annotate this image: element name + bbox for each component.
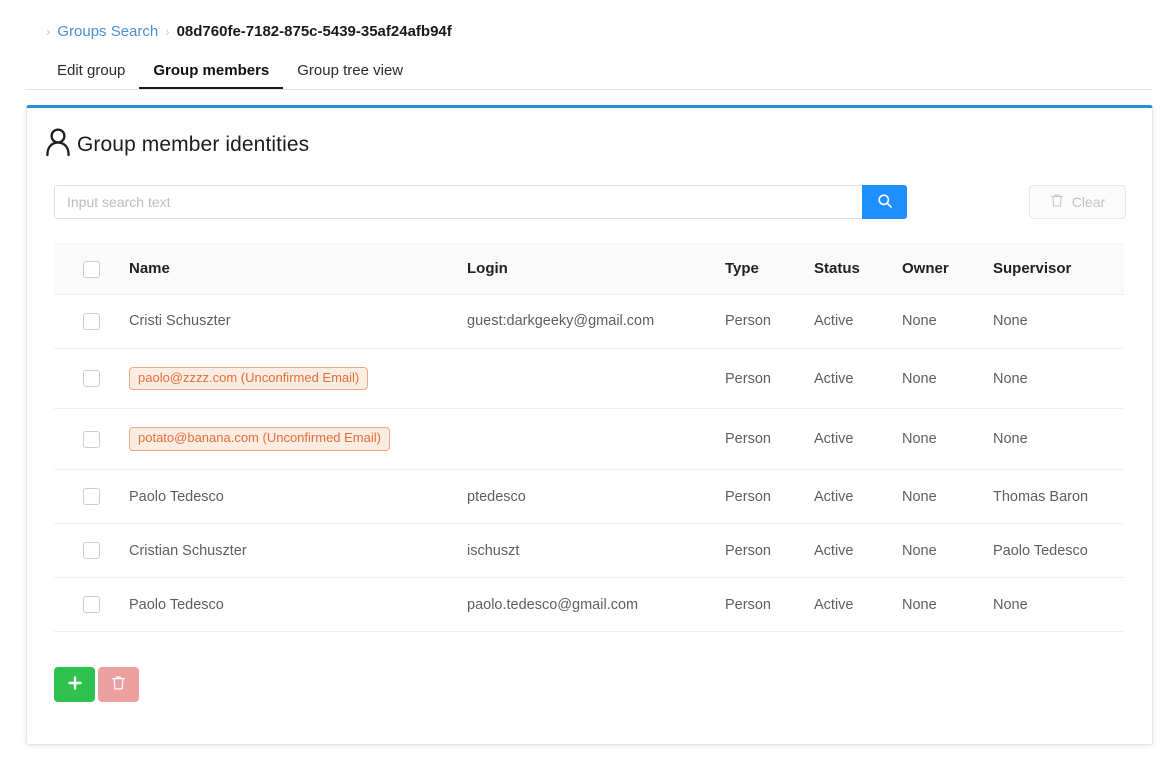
- members-table-body: Cristi Schuszter guest:darkgeeky@gmail.co…: [54, 294, 1124, 633]
- column-header-type[interactable]: Type: [725, 243, 814, 295]
- select-all-header: [54, 243, 129, 295]
- column-header-status[interactable]: Status: [814, 243, 902, 295]
- breadcrumb-current-group-id: 08d760fe-7182-875c-5439-35af24afb94f: [176, 22, 452, 40]
- column-header-login[interactable]: Login: [467, 243, 725, 295]
- column-header-owner[interactable]: Owner: [902, 243, 993, 295]
- column-header-supervisor[interactable]: Supervisor: [993, 243, 1124, 295]
- cell-status: Active: [814, 408, 902, 471]
- cell-status: Active: [814, 294, 902, 349]
- cell-owner: None: [902, 577, 993, 633]
- row-select-cell: [54, 469, 129, 525]
- cell-type: Person: [725, 577, 814, 633]
- cell-owner: None: [902, 348, 993, 410]
- row-select-cell: [54, 523, 129, 579]
- row-checkbox[interactable]: [83, 312, 100, 330]
- breadcrumb-chevron-icon: ›: [165, 23, 170, 39]
- cell-supervisor: None: [993, 348, 1124, 410]
- tab-bar: Edit group Group members Group tree view: [0, 52, 1174, 90]
- plus-icon: [67, 675, 83, 694]
- unconfirmed-email-badge: paolo@zzzz.com (Unconfirmed Email): [129, 366, 369, 391]
- table-actions: [54, 667, 1152, 703]
- table-row: Paolo Tedesco ptedesco Person Active None Tho…: [54, 469, 1124, 525]
- cell-name: Paolo Tedesco: [129, 469, 467, 525]
- cell-login: ptedesco: [467, 469, 725, 525]
- search-button[interactable]: [862, 185, 907, 219]
- cell-login: guest:darkgeeky@gmail.com: [467, 294, 725, 349]
- trash-icon: [1050, 193, 1064, 211]
- select-all-checkbox[interactable]: [83, 260, 100, 278]
- table-row: potato@banana.com (Unconfirmed Email) Per…: [54, 408, 1124, 471]
- cell-type: Person: [725, 294, 814, 349]
- cell-login: ischuszt: [467, 523, 725, 579]
- column-header-name[interactable]: Name: [129, 243, 467, 295]
- cell-supervisor: Thomas Baron: [993, 469, 1124, 525]
- cell-type: Person: [725, 348, 814, 410]
- cell-name: Cristi Schuszter: [129, 294, 467, 349]
- table-row: paolo@zzzz.com (Unconfirmed Email) Person…: [54, 348, 1124, 410]
- tab-bar-divider: [25, 89, 1152, 90]
- cell-name: Paolo Tedesco: [129, 577, 467, 633]
- unconfirmed-email-badge: potato@banana.com (Unconfirmed Email): [129, 427, 390, 452]
- table-row: Cristian Schuszter ischuszt Person Active No…: [54, 523, 1124, 579]
- table-header-row: Name Login Type Status Owner Supervisor: [54, 243, 1124, 295]
- cell-login: [467, 348, 725, 410]
- search-input[interactable]: [54, 185, 863, 219]
- search-toolbar: Clear: [54, 185, 1126, 219]
- table-row: Paolo Tedesco paolo.tedesco@gmail.com Pers…: [54, 577, 1124, 633]
- cell-login: [467, 408, 725, 471]
- group-members-card: Group member identities Clear: [26, 105, 1153, 745]
- members-table-container: Name Login Type Status Owner Supervisor …: [54, 243, 1124, 633]
- row-checkbox[interactable]: [83, 542, 100, 560]
- row-checkbox[interactable]: [83, 430, 100, 448]
- cell-owner: None: [902, 469, 993, 525]
- breadcrumb-chevron-icon: ›: [46, 23, 51, 39]
- cell-status: Active: [814, 523, 902, 579]
- cell-name: Cristian Schuszter: [129, 523, 467, 579]
- clear-button-label: Clear: [1071, 194, 1106, 210]
- breadcrumb: › Groups Search › 08d760fe-7182-875c-543…: [0, 0, 1174, 42]
- cell-owner: None: [902, 523, 993, 579]
- tab-edit-group[interactable]: Edit group: [43, 62, 139, 90]
- page-title: Group member identities: [77, 132, 310, 156]
- cell-supervisor: None: [993, 408, 1124, 471]
- row-select-cell: [54, 577, 129, 633]
- delete-member-button[interactable]: [98, 667, 139, 703]
- cell-name: paolo@zzzz.com (Unconfirmed Email): [129, 348, 467, 410]
- clear-button[interactable]: Clear: [1029, 185, 1126, 219]
- row-select-cell: [54, 348, 129, 410]
- search-icon: [877, 193, 893, 212]
- cell-owner: None: [902, 408, 993, 471]
- trash-icon: [111, 675, 126, 694]
- cell-type: Person: [725, 469, 814, 525]
- breadcrumb-link-groups-search[interactable]: Groups Search: [57, 23, 158, 40]
- person-icon: [43, 126, 73, 163]
- cell-type: Person: [725, 408, 814, 471]
- cell-login: paolo.tedesco@gmail.com: [467, 577, 725, 633]
- table-row: Cristi Schuszter guest:darkgeeky@gmail.co…: [54, 294, 1124, 349]
- cell-type: Person: [725, 523, 814, 579]
- cell-supervisor: Paolo Tedesco: [993, 523, 1124, 579]
- row-select-cell: [54, 294, 129, 349]
- row-select-cell: [54, 408, 129, 471]
- card-header: Group member identities: [27, 108, 1152, 163]
- tab-group-tree-view[interactable]: Group tree view: [283, 62, 417, 90]
- row-checkbox[interactable]: [83, 488, 100, 506]
- cell-supervisor: None: [993, 577, 1124, 633]
- cell-name: potato@banana.com (Unconfirmed Email): [129, 408, 467, 471]
- members-table: Name Login Type Status Owner Supervisor …: [54, 243, 1124, 633]
- cell-owner: None: [902, 294, 993, 349]
- add-member-button[interactable]: [54, 667, 95, 703]
- cell-status: Active: [814, 348, 902, 410]
- row-checkbox[interactable]: [83, 370, 100, 387]
- tab-group-members[interactable]: Group members: [139, 62, 284, 90]
- row-checkbox[interactable]: [83, 596, 100, 614]
- cell-supervisor: None: [993, 294, 1124, 349]
- cell-status: Active: [814, 577, 902, 633]
- cell-status: Active: [814, 469, 902, 525]
